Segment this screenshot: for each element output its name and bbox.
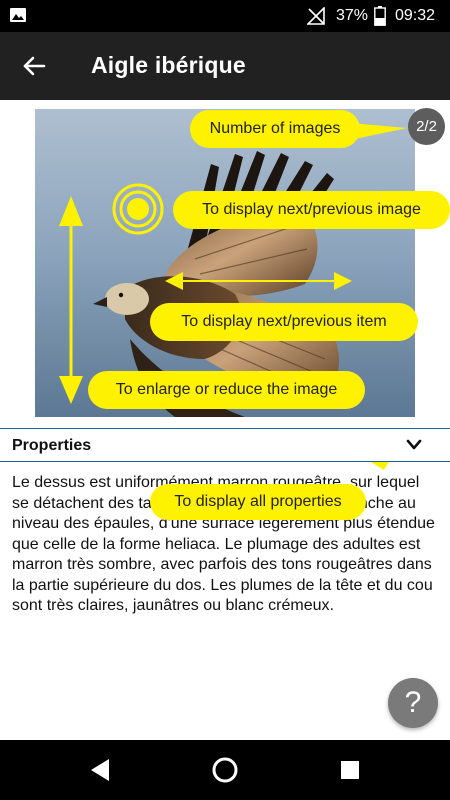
help-button[interactable]: ?: [388, 678, 438, 728]
app-toolbar: Aigle ibérique: [0, 32, 450, 100]
clock: 09:32: [395, 7, 436, 24]
back-arrow-icon[interactable]: [16, 48, 52, 84]
battery-icon: [374, 6, 386, 26]
recents-square-icon[interactable]: [335, 755, 365, 785]
tip-next-previous-item: To display next/previous item: [150, 303, 418, 341]
tip-all-properties: To display all properties: [150, 484, 366, 520]
chevron-down-icon[interactable]: [405, 438, 423, 452]
properties-label: Properties: [12, 437, 92, 454]
screen: 37% 09:32 Aigle ibérique 2/2 Number of i…: [0, 0, 450, 800]
status-bar: 37% 09:32: [0, 0, 450, 32]
tip-enlarge-reduce: To enlarge or reduce the image: [88, 371, 365, 409]
back-triangle-icon[interactable]: [85, 755, 115, 785]
image-counter-badge: 2/2: [408, 108, 445, 145]
tip-next-previous-image: To display next/previous image: [173, 191, 450, 229]
no-signal-icon: [307, 7, 325, 25]
page-title: Aigle ibérique: [91, 52, 246, 78]
properties-header[interactable]: Properties: [0, 428, 450, 462]
tip-number-of-images: Number of images: [190, 110, 360, 148]
gallery-icon: [10, 8, 26, 22]
home-circle-icon[interactable]: [210, 755, 240, 785]
system-nav-bar: [0, 740, 450, 800]
battery-percentage: 37%: [336, 7, 369, 24]
